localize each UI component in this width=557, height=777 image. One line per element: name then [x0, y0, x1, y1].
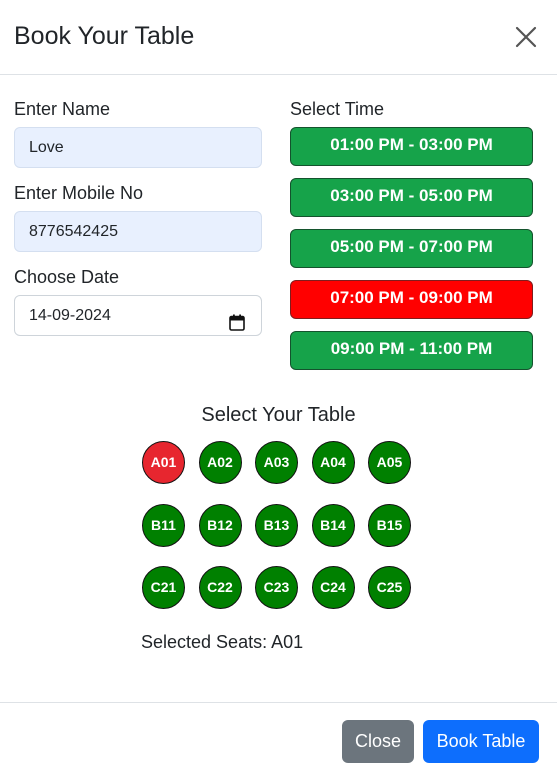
- seat-b11[interactable]: B11: [142, 503, 185, 547]
- seat-b15[interactable]: B15: [368, 503, 411, 547]
- seat-a05[interactable]: A05: [368, 441, 411, 484]
- time-label: Select Time: [290, 99, 385, 119]
- seat-c21[interactable]: C21: [142, 566, 185, 609]
- seat-c25[interactable]: C25: [368, 566, 411, 609]
- mobile-label: Enter Mobile No: [14, 183, 144, 203]
- close-icon[interactable]: [511, 22, 541, 52]
- name-field[interactable]: Love: [14, 127, 262, 168]
- seat-a04[interactable]: A04: [311, 441, 355, 484]
- modal-title: Book Your Table: [14, 22, 195, 50]
- seat-b14[interactable]: B14: [311, 503, 355, 547]
- seat-a03[interactable]: A03: [255, 441, 298, 484]
- seat-c23[interactable]: C23: [255, 566, 298, 609]
- seat-b13[interactable]: B13: [255, 503, 298, 547]
- date-value: 14-09-2024: [29, 307, 111, 324]
- seat-a02[interactable]: A02: [198, 441, 242, 484]
- book-table-button[interactable]: Book Table: [423, 720, 539, 763]
- calendar-icon[interactable]: [229, 307, 245, 331]
- date-label: Choose Date: [14, 267, 120, 287]
- time-slot-button[interactable]: 09:00 PM - 11:00 PM: [290, 331, 533, 370]
- seat-c22[interactable]: C22: [198, 566, 242, 609]
- seat-b12[interactable]: B12: [198, 503, 242, 547]
- seat-a01[interactable]: A01: [142, 441, 185, 484]
- selected-seats-text: Selected Seats: A01: [141, 632, 304, 652]
- mobile-field[interactable]: 8776542425: [14, 211, 262, 252]
- time-slot-button[interactable]: 07:00 PM - 09:00 PM: [290, 280, 533, 319]
- time-slot-button[interactable]: 03:00 PM - 05:00 PM: [290, 178, 533, 217]
- time-slot-button[interactable]: 01:00 PM - 03:00 PM: [290, 127, 533, 166]
- seat-c24[interactable]: C24: [311, 566, 355, 609]
- time-slot-button[interactable]: 05:00 PM - 07:00 PM: [290, 229, 533, 268]
- modal-header: Book Your Table: [0, 0, 557, 75]
- name-label: Enter Name: [14, 99, 111, 119]
- date-field[interactable]: 14-09-2024: [14, 295, 262, 336]
- close-button[interactable]: Close: [342, 720, 414, 763]
- table-section-title: Select Your Table: [201, 404, 356, 426]
